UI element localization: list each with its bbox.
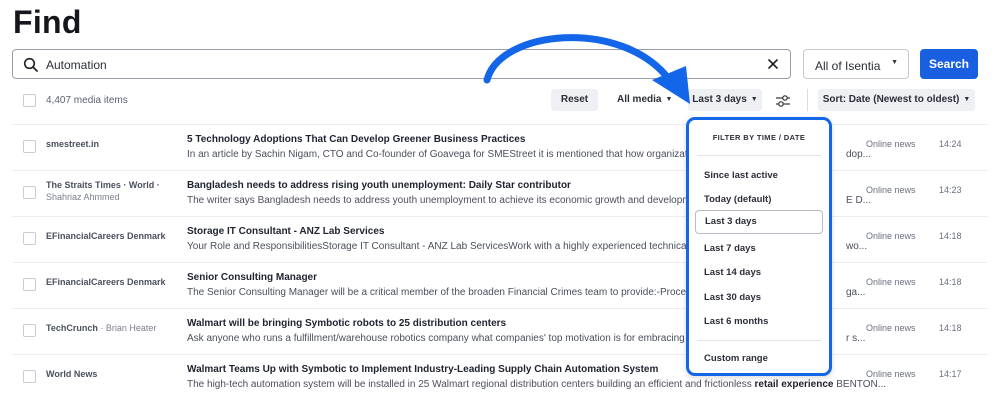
row-media-type: Online news xyxy=(866,323,916,333)
search-query[interactable]: Automation xyxy=(46,58,107,72)
select-all-checkbox[interactable] xyxy=(23,94,36,107)
row-source-name[interactable]: TechCrunch xyxy=(46,323,98,333)
row-time: 14:18 xyxy=(939,323,962,333)
search-button[interactable]: Search xyxy=(920,49,978,79)
row-media-type: Online news xyxy=(866,139,916,149)
row-time: 14:23 xyxy=(939,185,962,195)
row-media-type: Online news xyxy=(866,369,916,379)
row-source[interactable]: EFinancialCareers Denmark xyxy=(46,231,186,241)
row-time: 14:24 xyxy=(939,139,962,149)
table-row[interactable]: The Straits Times · World · Shahriaz Ahm… xyxy=(12,170,988,216)
row-snippet-end: E D... xyxy=(846,195,872,206)
row-author: Shahriaz Ahmmed xyxy=(46,192,120,202)
row-source[interactable]: EFinancialCareers Denmark xyxy=(46,277,186,287)
scope-select[interactable]: All of Isentia ▼ xyxy=(803,49,909,79)
row-time: 14:17 xyxy=(939,369,962,379)
row-checkbox[interactable] xyxy=(23,232,36,245)
time-filter-label: Last 3 days xyxy=(692,94,747,105)
row-source[interactable]: The Straits Times · World · Shahriaz Ahm… xyxy=(46,180,186,202)
sort-label: Sort: Date (Newest to oldest) xyxy=(822,94,960,105)
table-row[interactable]: EFinancialCareers Denmark Storage IT Con… xyxy=(12,216,988,262)
row-checkbox[interactable] xyxy=(23,186,36,199)
row-author: · Brian Heater xyxy=(100,323,157,333)
row-source[interactable]: TechCrunch · Brian Heater xyxy=(46,323,186,333)
search-input[interactable]: Automation xyxy=(12,49,791,79)
time-filter-dropdown: FILTER BY TIME / DATE Since last active … xyxy=(686,117,832,376)
row-snippet-highlight: retail experience xyxy=(754,379,834,390)
row-snippet-end: dop... xyxy=(846,149,872,160)
time-option-custom-range[interactable]: Custom range xyxy=(704,353,768,364)
time-option-today[interactable]: Today (default) xyxy=(704,194,771,205)
toolbar-divider xyxy=(807,89,808,111)
dropdown-header: FILTER BY TIME / DATE xyxy=(712,133,806,142)
row-checkbox[interactable] xyxy=(23,324,36,337)
caret-down-icon: ▼ xyxy=(963,96,971,103)
time-option-last-7-days[interactable]: Last 7 days xyxy=(704,243,756,254)
caret-down-icon: ▼ xyxy=(891,59,898,66)
sort-button[interactable]: Sort: Date (Newest to oldest) ▼ xyxy=(818,89,975,111)
close-icon[interactable] xyxy=(766,57,780,71)
page-title: Find xyxy=(13,4,82,40)
media-filter-button[interactable]: All media ▼ xyxy=(617,89,672,111)
caret-down-icon: ▼ xyxy=(665,96,673,103)
table-row[interactable]: World News Walmart Teams Up with Symboti… xyxy=(12,354,988,400)
table-row[interactable]: TechCrunch · Brian Heater Walmart will b… xyxy=(12,308,988,354)
row-time: 14:18 xyxy=(939,231,962,241)
row-headline[interactable]: Walmart Teams Up with Symbotic to Implem… xyxy=(187,364,658,375)
row-source[interactable]: smestreet.in xyxy=(46,139,186,149)
row-checkbox[interactable] xyxy=(23,370,36,383)
row-checkbox[interactable] xyxy=(23,278,36,291)
row-snippet-text: The high-tech automation system will be … xyxy=(187,379,752,390)
table-row[interactable]: smestreet.in 5 Technology Adoptions That… xyxy=(12,124,988,170)
row-headline[interactable]: Bangladesh needs to address rising youth… xyxy=(187,180,571,191)
row-headline[interactable]: 5 Technology Adoptions That Can Develop … xyxy=(187,134,525,145)
row-snippet-end: ga... xyxy=(846,287,866,298)
row-snippet-end: r s... xyxy=(846,333,866,344)
dropdown-divider xyxy=(697,155,821,156)
sliders-icon[interactable] xyxy=(775,94,791,108)
dropdown-divider xyxy=(697,340,821,341)
time-option-since-last-active[interactable]: Since last active xyxy=(704,170,778,181)
reset-button[interactable]: Reset xyxy=(551,89,598,111)
row-snippet: The high-tech automation system will be … xyxy=(187,379,886,390)
row-checkbox[interactable] xyxy=(23,140,36,153)
row-snippet-end: BENTON... xyxy=(836,379,887,390)
row-media-type: Online news xyxy=(866,185,916,195)
row-media-type: Online news xyxy=(866,277,916,287)
row-headline[interactable]: Senior Consulting Manager xyxy=(187,272,317,283)
time-option-last-3-days[interactable]: Last 3 days xyxy=(695,210,823,234)
table-row[interactable]: EFinancialCareers Denmark Senior Consult… xyxy=(12,262,988,308)
time-option-last-30-days[interactable]: Last 30 days xyxy=(704,292,761,303)
row-media-type: Online news xyxy=(866,231,916,241)
search-icon xyxy=(23,57,38,72)
row-headline[interactable]: Storage IT Consultant - ANZ Lab Services xyxy=(187,226,384,237)
row-time: 14:18 xyxy=(939,277,962,287)
time-filter-button[interactable]: Last 3 days ▼ xyxy=(688,89,762,111)
scope-value: All of Isentia xyxy=(815,59,881,73)
results-toolbar: 4,407 media items Reset All media ▼ Last … xyxy=(0,88,1000,114)
row-headline[interactable]: Walmart will be bringing Symbotic robots… xyxy=(187,318,506,329)
row-source-name[interactable]: The Straits Times · World · xyxy=(46,180,160,190)
media-filter-label: All media xyxy=(617,94,662,105)
row-snippet-end: wo... xyxy=(846,241,868,252)
media-count: 4,407 media items xyxy=(46,95,128,106)
time-option-last-14-days[interactable]: Last 14 days xyxy=(704,267,761,278)
caret-down-icon: ▼ xyxy=(750,96,758,103)
time-option-last-6-months[interactable]: Last 6 months xyxy=(704,316,768,327)
row-source[interactable]: World News xyxy=(46,369,186,379)
